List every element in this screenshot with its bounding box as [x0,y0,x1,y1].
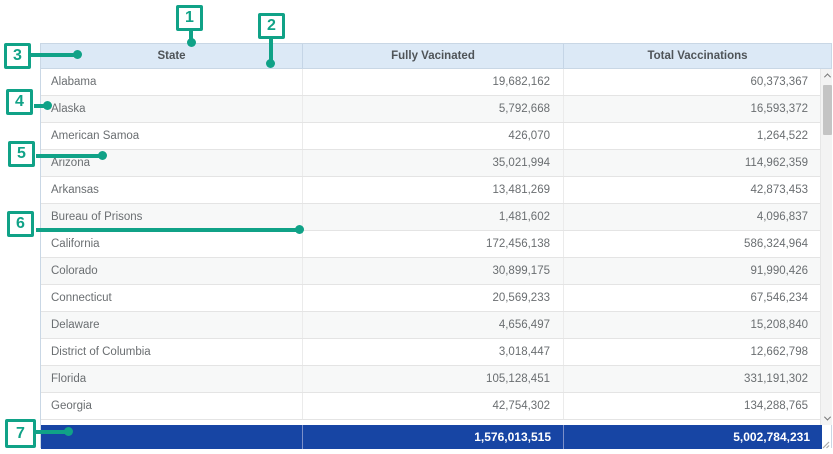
annotation-number: 5 [8,141,35,167]
scrollbar-thumb[interactable] [823,85,832,135]
annotation-connector-dot [98,151,107,160]
table-row[interactable]: District of Columbia 3,018,447 12,662,79… [41,339,831,366]
state-cell[interactable]: Florida [41,366,303,392]
total-vaccinations-cell[interactable]: 1,264,522 [564,123,831,149]
table-header-row: State Fully Vacinated Total Vaccinations [41,44,831,69]
table-row[interactable]: Colorado 30,899,175 91,990,426 [41,258,831,285]
state-cell[interactable]: Georgia [41,393,303,419]
fully-vacinated-cell[interactable]: 30,899,175 [303,258,564,284]
totals-fully-vacinated: 1,576,013,515 [303,425,564,449]
totals-row: 1,576,013,515 5,002,784,231 [41,425,822,449]
vaccination-data-table: State Fully Vacinated Total Vaccinations… [40,43,832,448]
state-cell[interactable]: Colorado [41,258,303,284]
table-row[interactable]: Florida 105,128,451 331,191,302 [41,366,831,393]
state-cell[interactable]: Arkansas [41,177,303,203]
table-row[interactable]: Georgia 42,754,302 134,288,765 [41,393,831,420]
table-row[interactable]: Alabama 19,682,162 60,373,367 [41,69,831,96]
table-row[interactable]: Arkansas 13,481,269 42,873,453 [41,177,831,204]
annotation-number: 3 [4,43,31,69]
total-vaccinations-cell[interactable]: 331,191,302 [564,366,831,392]
annotation-connector-line [36,228,300,232]
state-cell[interactable]: Delaware [41,312,303,338]
fully-vacinated-cell[interactable]: 13,481,269 [303,177,564,203]
resize-grip-icon[interactable] [820,436,830,446]
state-cell[interactable]: Connecticut [41,285,303,311]
fully-vacinated-cell[interactable]: 4,656,497 [303,312,564,338]
total-vaccinations-cell[interactable]: 15,208,840 [564,312,831,338]
total-vaccinations-cell[interactable]: 67,546,234 [564,285,831,311]
annotation-connector-dot [266,59,275,68]
chevron-down-icon [823,414,830,421]
annotation-number: 6 [7,211,34,237]
fully-vacinated-cell[interactable]: 35,021,994 [303,150,564,176]
state-cell[interactable]: California [41,231,303,257]
scroll-up-button[interactable] [821,69,833,82]
column-header-total-vaccinations[interactable]: Total Vaccinations [564,44,831,68]
fully-vacinated-cell[interactable]: 42,754,302 [303,393,564,419]
state-cell[interactable]: Alabama [41,69,303,95]
annotation-number: 2 [258,13,285,39]
annotation-connector-dot [64,427,73,436]
annotation-connector-line [30,53,78,57]
total-vaccinations-cell[interactable]: 42,873,453 [564,177,831,203]
table-row[interactable]: Arizona 35,021,994 114,962,359 [41,150,831,177]
state-cell[interactable]: American Samoa [41,123,303,149]
total-vaccinations-cell[interactable]: 4,096,837 [564,204,831,230]
vertical-scrollbar[interactable] [820,69,832,425]
table-body: Alabama 19,682,162 60,373,367 Alaska 5,7… [41,69,831,420]
totals-state-cell [41,425,303,449]
fully-vacinated-cell[interactable]: 19,682,162 [303,69,564,95]
fully-vacinated-cell[interactable]: 172,456,138 [303,231,564,257]
fully-vacinated-cell[interactable]: 1,481,602 [303,204,564,230]
table-row[interactable]: American Samoa 426,070 1,264,522 [41,123,831,150]
table-row[interactable]: Delaware 4,656,497 15,208,840 [41,312,831,339]
total-vaccinations-cell[interactable]: 114,962,359 [564,150,831,176]
state-cell[interactable]: Bureau of Prisons [41,204,303,230]
total-vaccinations-cell[interactable]: 16,593,372 [564,96,831,122]
annotation-connector-dot [43,101,52,110]
total-vaccinations-cell[interactable]: 12,662,798 [564,339,831,365]
annotation-number: 4 [6,89,33,115]
fully-vacinated-cell[interactable]: 105,128,451 [303,366,564,392]
column-header-fully-vacinated[interactable]: Fully Vacinated [303,44,564,68]
annotation-number: 1 [176,5,203,31]
fully-vacinated-cell[interactable]: 5,792,668 [303,96,564,122]
fully-vacinated-cell[interactable]: 20,569,233 [303,285,564,311]
annotation-connector-line [36,154,103,158]
annotation-connector-dot [187,38,196,47]
chevron-up-icon [823,73,830,80]
table-row[interactable]: Connecticut 20,569,233 67,546,234 [41,285,831,312]
fully-vacinated-cell[interactable]: 3,018,447 [303,339,564,365]
table-row[interactable]: Bureau of Prisons 1,481,602 4,096,837 [41,204,831,231]
fully-vacinated-cell[interactable]: 426,070 [303,123,564,149]
table-row[interactable]: Alaska 5,792,668 16,593,372 [41,96,831,123]
total-vaccinations-cell[interactable]: 134,288,765 [564,393,831,419]
screenshot-root: { "table": { "columns": ["State", "Fully… [0,0,833,453]
scroll-down-button[interactable] [821,412,833,425]
total-vaccinations-cell[interactable]: 586,324,964 [564,231,831,257]
total-vaccinations-cell[interactable]: 60,373,367 [564,69,831,95]
annotation-connector-dot [73,50,82,59]
annotation-number: 7 [5,419,36,448]
state-cell[interactable]: District of Columbia [41,339,303,365]
totals-total-vaccinations: 5,002,784,231 [564,425,822,449]
table-row[interactable]: California 172,456,138 586,324,964 [41,231,831,258]
state-cell[interactable]: Alaska [41,96,303,122]
total-vaccinations-cell[interactable]: 91,990,426 [564,258,831,284]
annotation-connector-dot [295,225,304,234]
